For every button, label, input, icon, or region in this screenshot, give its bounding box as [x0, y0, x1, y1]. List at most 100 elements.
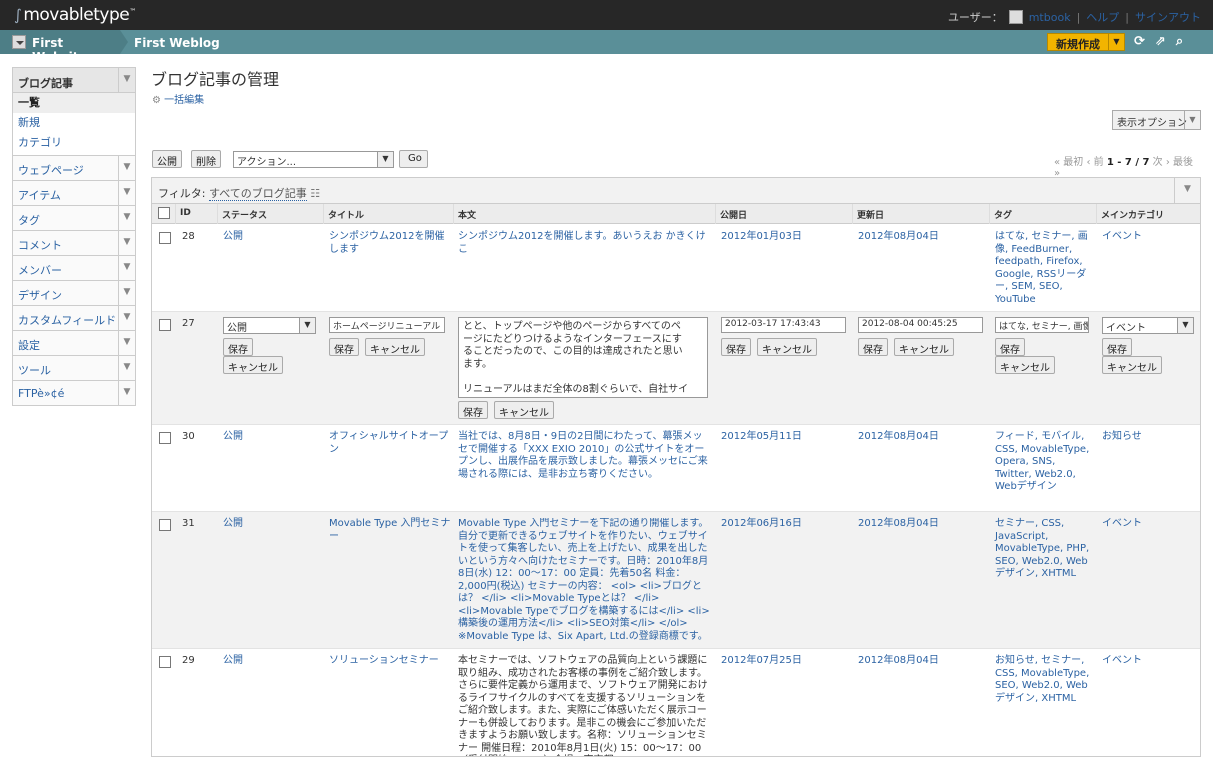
- chevron-down-icon[interactable]: ▼: [377, 152, 393, 167]
- entry-title[interactable]: オフィシャルサイトオープン: [329, 431, 451, 456]
- entry-title[interactable]: シンポジウム2012を開催します: [329, 231, 451, 256]
- sidebar-item-member[interactable]: メンバー ▼: [13, 255, 135, 280]
- action-select[interactable]: アクション... ▼: [233, 151, 394, 168]
- tags-save-button[interactable]: 保存: [995, 338, 1025, 356]
- bulk-edit-link[interactable]: ⚙ 一括編集: [152, 91, 204, 106]
- entry-body[interactable]: Movable Type 入門セミナーを下記の通り開催します。自分で更新できるウ…: [458, 518, 712, 644]
- category-save-button[interactable]: 保存: [1102, 338, 1132, 356]
- filter-value[interactable]: すべてのブログ記事: [209, 187, 307, 201]
- entry-title[interactable]: ソリューションセミナー: [329, 655, 451, 668]
- status-cancel-button[interactable]: キャンセル: [223, 356, 283, 374]
- entry-category[interactable]: イベント: [1102, 655, 1142, 668]
- column-status[interactable]: ステータス: [218, 204, 324, 224]
- user-link[interactable]: mtbook: [1029, 11, 1071, 24]
- signout-link[interactable]: サインアウト: [1135, 9, 1201, 25]
- app-logo[interactable]: ∫ movabletype™: [14, 5, 136, 25]
- title-cancel-button[interactable]: キャンセル: [365, 338, 425, 356]
- published-save-button[interactable]: 保存: [721, 338, 751, 356]
- tags-input[interactable]: はてな, セミナー, 画像: [995, 317, 1089, 333]
- chevron-down-icon[interactable]: ▼: [299, 318, 315, 333]
- refresh-icon[interactable]: ⟳: [1134, 34, 1145, 49]
- sidebar-sub-category[interactable]: カテゴリ: [13, 133, 135, 153]
- sidebar-item-design[interactable]: デザイン ▼: [13, 280, 135, 305]
- column-title[interactable]: タイトル: [324, 204, 454, 224]
- entry-tags[interactable]: お知らせ, セミナー, CSS, MovableType, SEO, Web2.…: [995, 655, 1095, 705]
- new-button[interactable]: 新規作成 ▼: [1047, 33, 1125, 51]
- entry-tags[interactable]: はてな, セミナー, 画像, FeedBurner, feedpath, Fir…: [995, 231, 1095, 306]
- go-button[interactable]: Go: [399, 150, 428, 168]
- chevron-down-icon[interactable]: ▼: [118, 68, 135, 92]
- body-textarea[interactable]: とと、トップページや他のページからすべてのページにたどりつけるようなインターフェ…: [458, 317, 708, 398]
- sidebar-item-webpage[interactable]: ウェブページ ▼: [13, 155, 135, 180]
- publish-button[interactable]: 公開: [152, 150, 182, 168]
- sidebar-item-tag[interactable]: タグ ▼: [13, 205, 135, 230]
- category-cancel-button[interactable]: キャンセル: [1102, 356, 1162, 374]
- entry-category[interactable]: イベント: [1102, 231, 1142, 244]
- pager-prev[interactable]: ‹ 前: [1086, 157, 1103, 168]
- entry-body[interactable]: 当社では、8月8日・9日の2日間にわたって、幕張メッセで開催する「XXX EXI…: [458, 431, 712, 481]
- entry-status[interactable]: 公開: [223, 518, 243, 531]
- updated-cancel-button[interactable]: キャンセル: [894, 338, 954, 356]
- entry-status[interactable]: 公開: [223, 231, 243, 244]
- sidebar-header[interactable]: ブログ記事 ▼: [13, 68, 135, 93]
- delete-button[interactable]: 削除: [191, 150, 221, 168]
- row-checkbox[interactable]: [159, 656, 171, 668]
- sidebar-sub-new[interactable]: 新規: [13, 113, 135, 133]
- blog-title[interactable]: First Weblog: [134, 36, 220, 50]
- sidebar-item-customfield[interactable]: カスタムフィールド ▼: [13, 305, 135, 330]
- column-published[interactable]: 公開日: [716, 204, 853, 224]
- body-save-button[interactable]: 保存: [458, 401, 488, 419]
- sidebar-item-asset[interactable]: アイテム ▼: [13, 180, 135, 205]
- category-select[interactable]: イベント ▼: [1102, 317, 1194, 334]
- entry-updated[interactable]: 2012年08月04日: [858, 518, 939, 531]
- entry-updated[interactable]: 2012年08月04日: [858, 431, 939, 444]
- column-id[interactable]: ID: [176, 204, 218, 224]
- status-save-button[interactable]: 保存: [223, 338, 253, 356]
- entry-updated[interactable]: 2012年08月04日: [858, 231, 939, 244]
- body-cancel-button[interactable]: キャンセル: [494, 401, 554, 419]
- column-category[interactable]: メインカテゴリ: [1097, 204, 1200, 224]
- entry-published[interactable]: 2012年01月03日: [721, 231, 802, 244]
- external-link-icon[interactable]: ⇗: [1155, 34, 1166, 49]
- pager-next[interactable]: 次 ›: [1153, 157, 1170, 168]
- entry-tags[interactable]: フィード, モバイル, CSS, MovableType, Opera, SNS…: [995, 431, 1095, 494]
- updated-input[interactable]: 2012-08-04 00:45:25: [858, 317, 983, 333]
- row-checkbox[interactable]: [159, 519, 171, 531]
- status-select[interactable]: 公開 ▼: [223, 317, 316, 334]
- chevron-down-icon[interactable]: ▼: [118, 356, 135, 380]
- chevron-down-icon[interactable]: ▼: [118, 306, 135, 330]
- entry-tags[interactable]: セミナー, CSS, JavaScript, MovableType, PHP,…: [995, 518, 1095, 581]
- chevron-down-icon[interactable]: ▼: [118, 256, 135, 280]
- published-cancel-button[interactable]: キャンセル: [757, 338, 817, 356]
- entry-status[interactable]: 公開: [223, 655, 243, 668]
- entry-body[interactable]: シンポジウム2012を開催します。あいうえお かきくけこ: [458, 231, 712, 256]
- list-icon[interactable]: ☷: [310, 187, 320, 200]
- entry-category[interactable]: お知らせ: [1102, 431, 1142, 444]
- chevron-down-icon[interactable]: ▼: [118, 231, 135, 255]
- entry-published[interactable]: 2012年06月16日: [721, 518, 802, 531]
- entry-published[interactable]: 2012年05月11日: [721, 431, 802, 444]
- chevron-down-icon[interactable]: ▼: [118, 206, 135, 230]
- entry-status[interactable]: 公開: [223, 431, 243, 444]
- row-checkbox[interactable]: [159, 232, 171, 244]
- row-checkbox[interactable]: [159, 432, 171, 444]
- chevron-down-icon[interactable]: ▼: [1177, 318, 1193, 333]
- chevron-down-icon[interactable]: ▼: [1184, 111, 1200, 129]
- column-updated[interactable]: 更新日: [853, 204, 990, 224]
- chevron-down-icon[interactable]: ▼: [1174, 178, 1200, 203]
- entry-updated[interactable]: 2012年08月04日: [858, 655, 939, 668]
- display-options-button[interactable]: 表示オプション ▼: [1112, 110, 1201, 130]
- chevron-down-icon[interactable]: ▼: [118, 281, 135, 305]
- dropdown-icon[interactable]: [12, 35, 26, 49]
- tags-cancel-button[interactable]: キャンセル: [995, 356, 1055, 374]
- updated-save-button[interactable]: 保存: [858, 338, 888, 356]
- search-icon[interactable]: ⌕: [1176, 34, 1183, 49]
- website-switcher[interactable]: First Website: [0, 30, 120, 64]
- chevron-down-icon[interactable]: ▼: [118, 156, 135, 180]
- chevron-down-icon[interactable]: ▼: [118, 181, 135, 205]
- row-checkbox[interactable]: [159, 319, 171, 331]
- entry-category[interactable]: イベント: [1102, 518, 1142, 531]
- select-all-checkbox[interactable]: [158, 207, 170, 219]
- help-link[interactable]: ヘルプ: [1086, 9, 1119, 25]
- sidebar-item-tools[interactable]: ツール ▼: [13, 355, 135, 380]
